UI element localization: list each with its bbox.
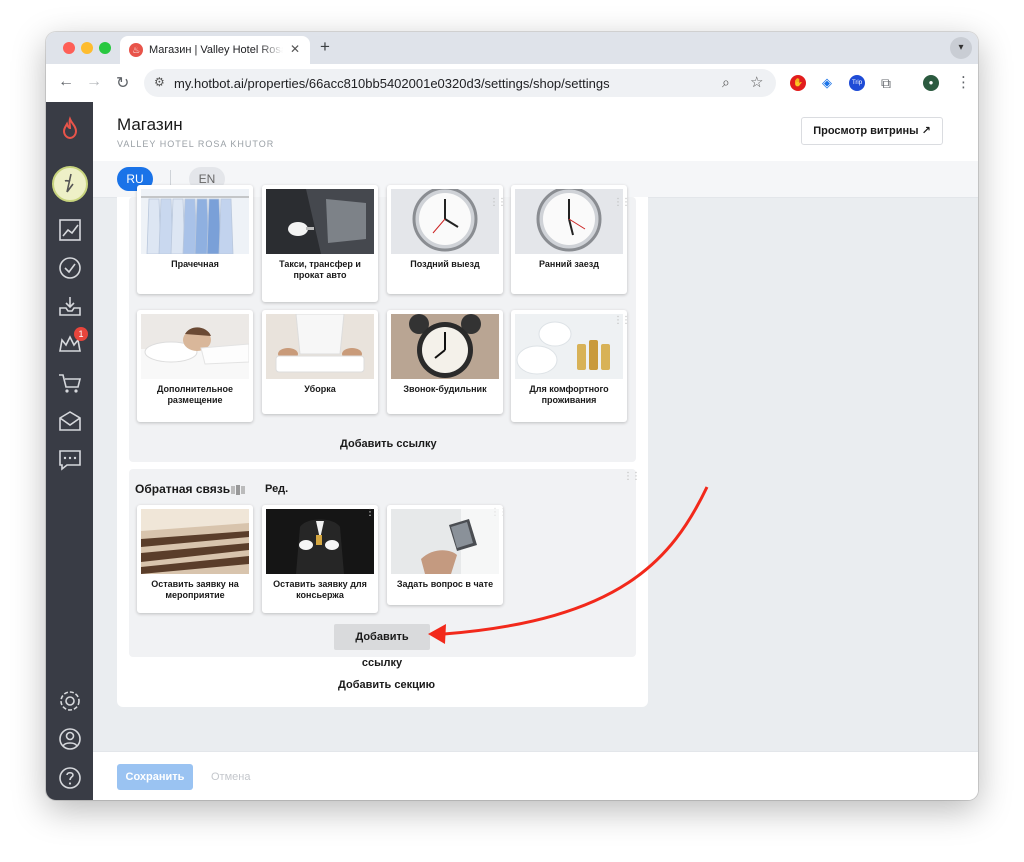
browser-toolbar: ← → ↻ ⚙ my.hotbot.ai/properties/66acc810…	[46, 64, 978, 103]
tab-search-chevron-icon[interactable]: ▾	[950, 37, 972, 59]
mailing-envelope-icon[interactable]	[57, 408, 83, 434]
back-arrow-icon[interactable]: ←	[58, 73, 74, 91]
url-text[interactable]: my.hotbot.ai/properties/66acc810bb540200…	[174, 76, 610, 91]
tab-close-icon[interactable]: ✕	[290, 42, 300, 56]
browser-menu-icon[interactable]: ⋮	[956, 73, 971, 91]
visibility-toggle-icon[interactable]	[231, 482, 245, 495]
section-drag-handle-icon[interactable]: ⋮⋮	[623, 472, 641, 482]
card-label: Ранний заезд	[539, 259, 599, 269]
add-link-button-hover[interactable]: Добавить ссылку	[334, 624, 430, 669]
service-card-late-checkout[interactable]: Поздний выезд	[387, 185, 503, 294]
analytics-chart-icon[interactable]	[57, 217, 83, 243]
clock-image	[391, 189, 499, 254]
browser-window: ♨ Магазин | Valley Hotel Rosa Khutor ✕ +…	[46, 32, 978, 800]
sleeping-image	[141, 314, 249, 379]
feedback-card-event[interactable]: Оставить заявку на мероприятие	[137, 505, 253, 613]
drag-handle-icon[interactable]: ⋮⋮	[365, 508, 383, 518]
card-label: Такси, трансфер и прокат авто	[279, 259, 361, 280]
phone-chat-image	[391, 509, 499, 574]
card-label: Дополнительное размещение	[156, 384, 234, 405]
site-settings-icon[interactable]: ⚙	[154, 75, 165, 89]
main-content: Магазин VALLEY HOTEL ROSA KHUTOR Просмот…	[93, 102, 978, 800]
notification-badge: 1	[74, 327, 88, 341]
extension-trip-icon[interactable]: Trip	[849, 75, 865, 91]
card-label: Уборка	[304, 384, 336, 394]
feedback-card-concierge[interactable]: Оставить заявку для консьержа	[262, 505, 378, 613]
reload-icon[interactable]: ↻	[116, 73, 129, 93]
concierge-image	[266, 509, 374, 574]
section-edit-link[interactable]: Ред.	[265, 483, 288, 495]
tab-title: Магазин | Valley Hotel Rosa Khutor	[149, 44, 283, 56]
hotbot-favicon-icon: ♨	[129, 43, 143, 57]
service-card-wake-up-call[interactable]: Звонок-будильник	[387, 310, 503, 414]
chat-bubble-icon[interactable]	[57, 447, 83, 473]
close-window-button[interactable]	[63, 42, 75, 54]
storefront-preview-button[interactable]: Просмотр витрины ↗	[801, 117, 943, 145]
service-card-laundry[interactable]: Прачечная	[137, 185, 253, 294]
add-link-button[interactable]: Добавить ссылку	[340, 438, 437, 450]
add-section-button[interactable]: Добавить секцию	[338, 679, 435, 691]
extensions-puzzle-icon[interactable]: ⧉	[878, 75, 894, 91]
save-button[interactable]: Сохранить	[117, 764, 193, 790]
feedback-section: Обратная связь Ред. ⋮⋮ Оставить заявку н…	[129, 469, 641, 669]
help-question-icon[interactable]	[57, 765, 83, 791]
service-card-cleaning[interactable]: Уборка	[262, 310, 378, 414]
extension-tag-icon[interactable]: ◈	[819, 75, 835, 91]
feedback-card-chat[interactable]: Задать вопрос в чате	[387, 505, 503, 605]
forward-arrow-icon[interactable]: →	[86, 73, 102, 91]
service-card-early-checkin[interactable]: Ранний заезд	[511, 185, 627, 294]
drag-handle-icon[interactable]: ⋮⋮	[489, 198, 507, 208]
address-bar[interactable]: ⚙ my.hotbot.ai/properties/66acc810bb5402…	[144, 69, 776, 97]
form-footer: Сохранить Отмена	[93, 751, 978, 800]
conference-hall-image	[141, 509, 249, 574]
card-label: Прачечная	[171, 259, 219, 269]
maximize-window-button[interactable]	[99, 42, 111, 54]
drag-handle-icon[interactable]: ⋮⋮	[613, 198, 631, 208]
browser-tab[interactable]: ♨ Магазин | Valley Hotel Rosa Khutor ✕	[120, 36, 310, 64]
user-profile-icon[interactable]	[57, 726, 83, 752]
clock-image	[515, 189, 623, 254]
card-label: Поздний выезд	[410, 259, 480, 269]
tab-bar: ♨ Магазин | Valley Hotel Rosa Khutor ✕ +…	[46, 32, 978, 64]
laundry-image	[141, 189, 249, 254]
cleaning-image	[266, 314, 374, 379]
extension-stop-icon[interactable]: ✋	[790, 75, 806, 91]
shop-cart-icon[interactable]	[57, 370, 83, 396]
shop-editor-panel: Прачечная Такси, трансфер и прокат авто	[117, 185, 648, 707]
page-title: Магазин	[117, 115, 183, 134]
towels-image	[515, 314, 623, 379]
inbox-download-icon[interactable]	[57, 293, 83, 319]
alarm-clock-image	[391, 314, 499, 379]
page-header: Магазин VALLEY HOTEL ROSA KHUTOR Просмот…	[93, 102, 978, 161]
zoom-icon[interactable]: ⌕	[722, 74, 730, 91]
property-name: VALLEY HOTEL ROSA KHUTOR	[117, 139, 275, 149]
cancel-button[interactable]: Отмена	[211, 771, 250, 783]
taxi-image	[266, 189, 374, 254]
service-card-extra-bed[interactable]: Дополнительное размещение	[137, 310, 253, 422]
section-title: Обратная связь	[135, 482, 231, 496]
card-label: Задать вопрос в чате	[396, 579, 494, 589]
bookmark-star-icon[interactable]: ☆	[750, 73, 763, 91]
app-sidebar: 1	[46, 102, 93, 800]
card-label: Звонок-будильник	[403, 384, 487, 394]
settings-gear-icon[interactable]	[57, 688, 83, 714]
hotbot-flame-logo-icon[interactable]	[57, 116, 83, 142]
services-section: Прачечная Такси, трансфер и прокат авто	[129, 185, 636, 462]
minimize-window-button[interactable]	[81, 42, 93, 54]
drag-handle-icon[interactable]: ⋮⋮	[490, 508, 508, 518]
drag-handle-icon[interactable]: ⋮⋮	[613, 316, 631, 326]
profile-avatar-icon[interactable]: ●	[923, 75, 939, 91]
new-tab-button[interactable]: +	[320, 37, 330, 57]
service-card-comfort[interactable]: Для комфортного проживания	[511, 310, 627, 422]
card-label: Для комфортного проживания	[529, 384, 609, 405]
property-avatar-icon[interactable]	[52, 166, 88, 202]
card-label: Оставить заявку на мероприятие	[151, 579, 239, 600]
card-label: Оставить заявку для консьержа	[273, 579, 367, 600]
service-card-taxi[interactable]: Такси, трансфер и прокат авто	[262, 185, 378, 302]
tasks-check-icon[interactable]	[57, 255, 83, 281]
